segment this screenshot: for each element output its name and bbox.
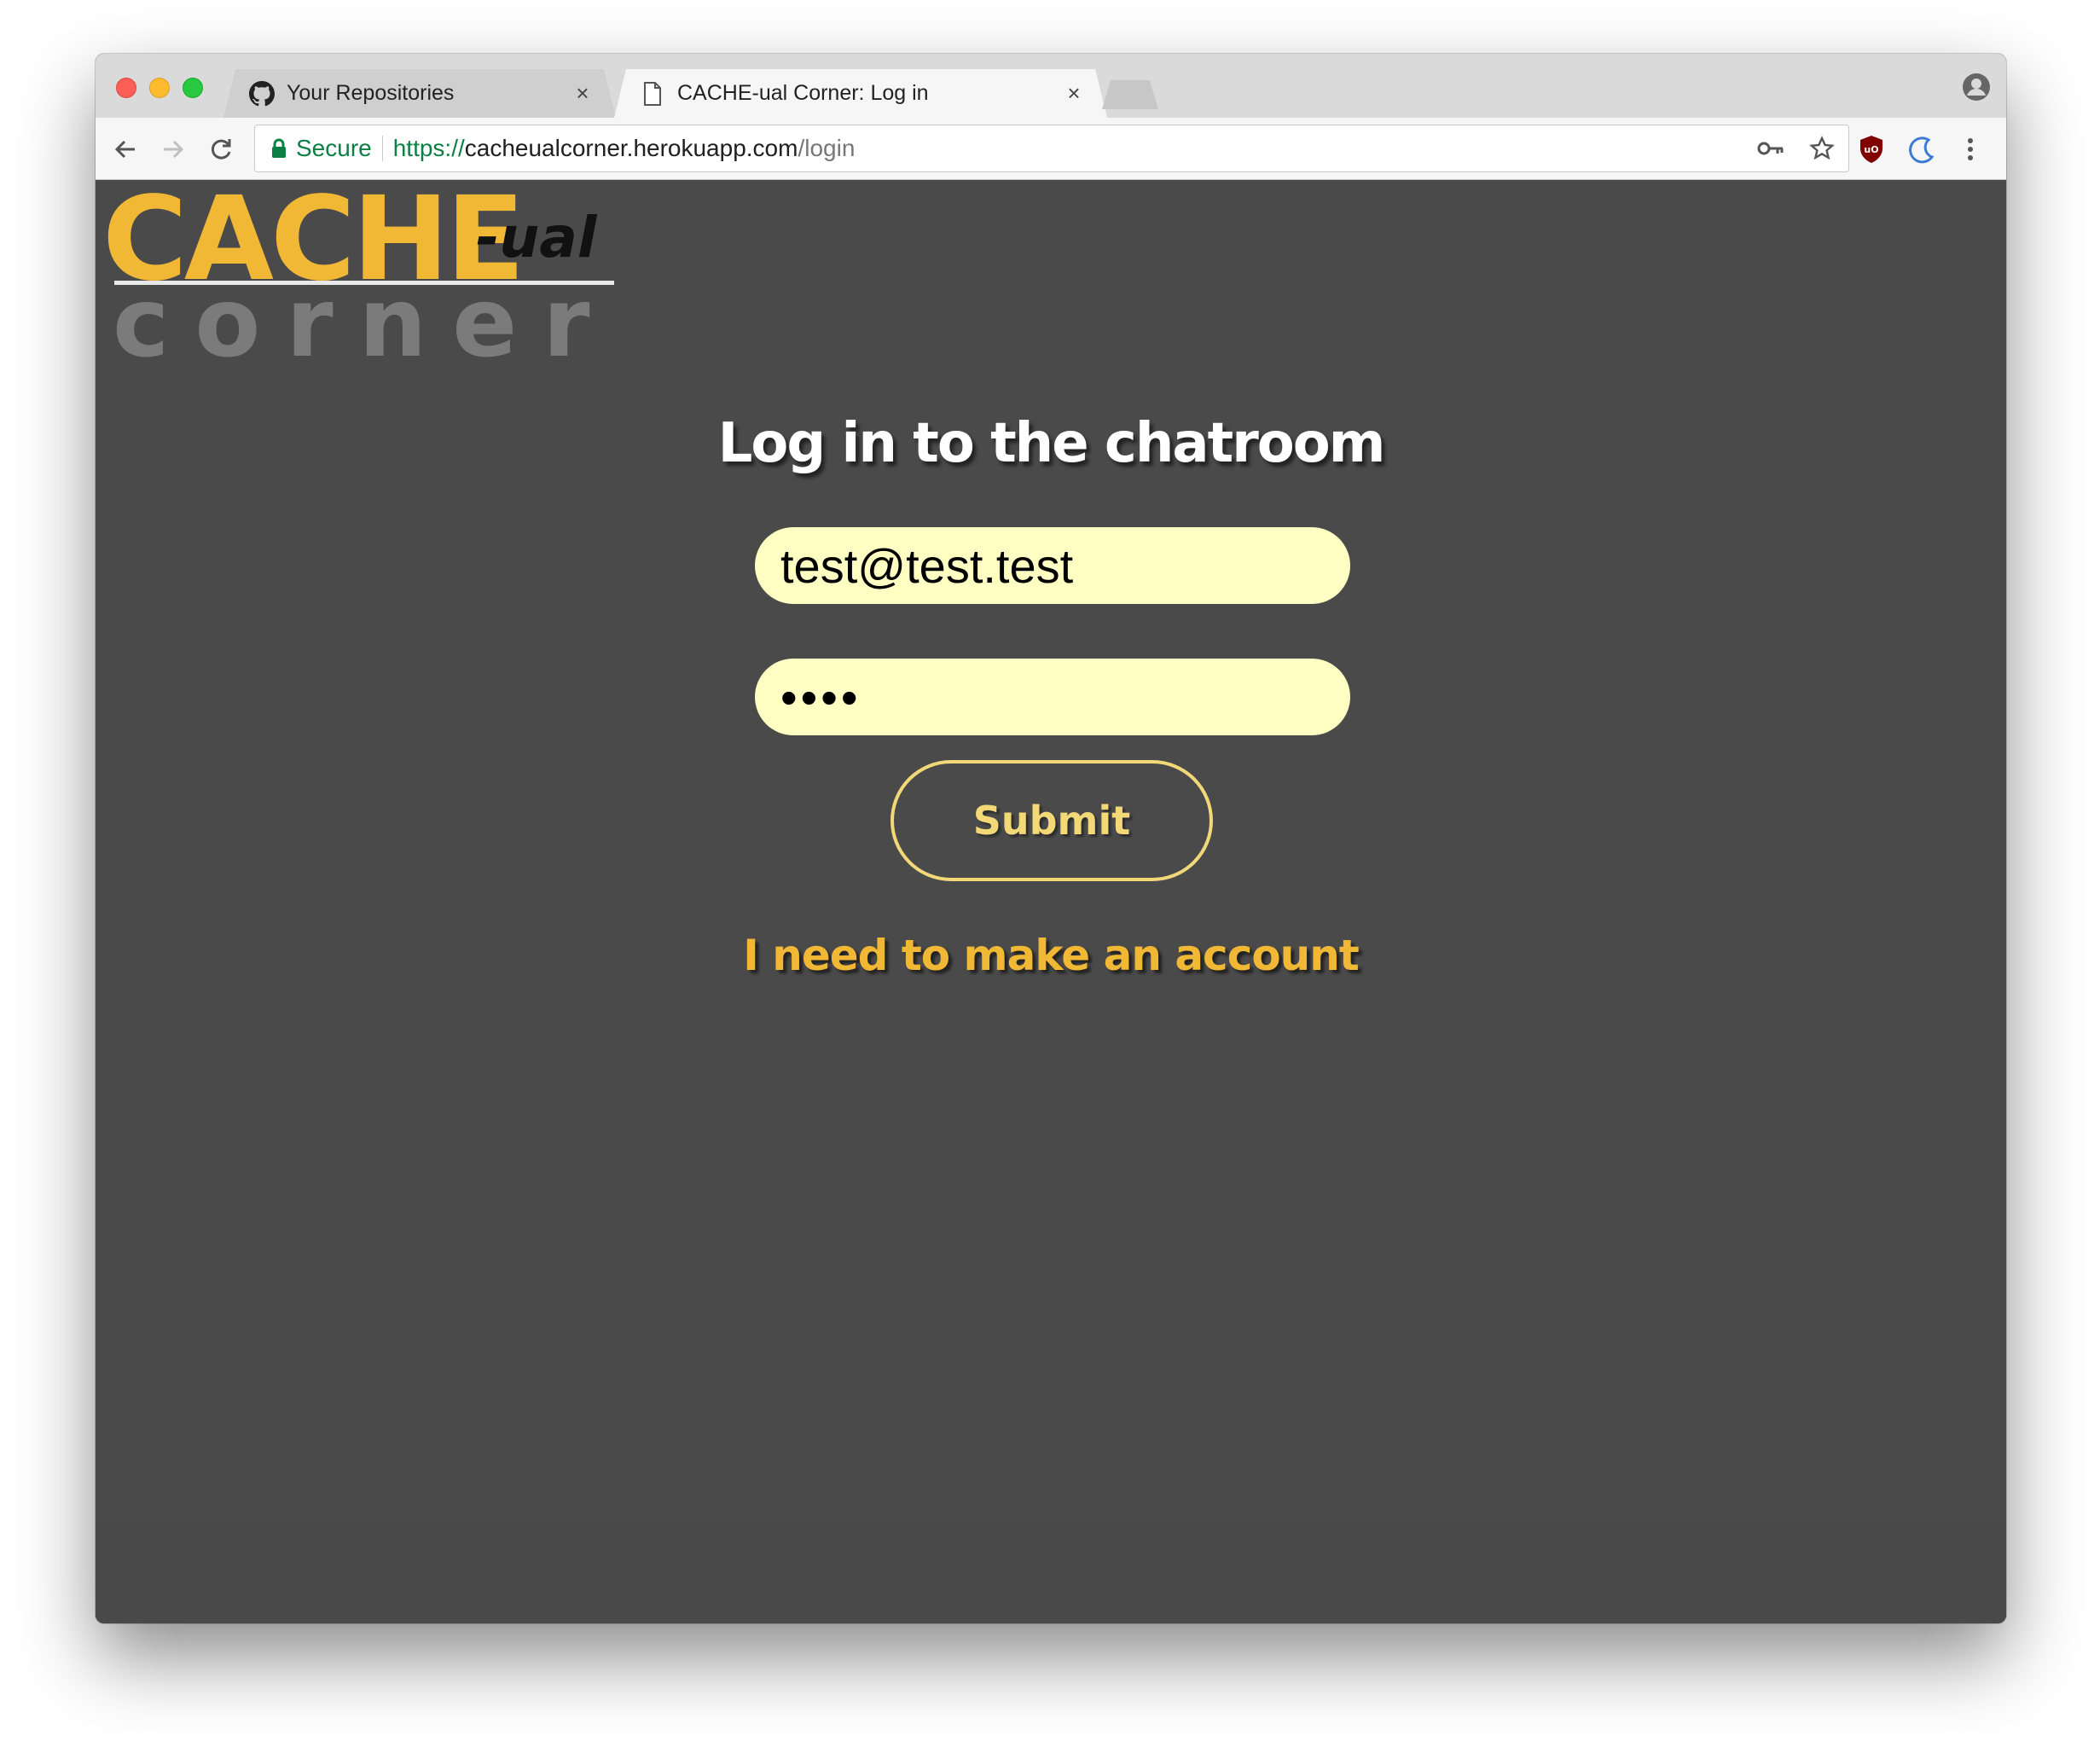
url-host: cacheualcorner.herokuapp.com <box>464 135 798 161</box>
profile-icon[interactable] <box>1962 73 1991 102</box>
browser-toolbar: Secure https:// cacheualcorner.herokuapp… <box>96 118 2006 180</box>
forward-arrow-icon[interactable] <box>159 135 188 164</box>
tab-close-icon[interactable]: × <box>1063 80 1085 107</box>
create-account-link[interactable]: I need to make an account <box>96 931 2006 980</box>
reload-icon[interactable] <box>206 135 235 164</box>
github-icon <box>249 80 275 107</box>
moon-extension-icon[interactable] <box>1906 134 1936 165</box>
new-tab-button[interactable] <box>1102 80 1158 109</box>
svg-text:uO: uO <box>1864 144 1878 155</box>
ublock-icon[interactable]: uO <box>1856 134 1887 165</box>
tab-cacheual-login[interactable]: CACHE-ual Corner: Log in × <box>614 69 1107 118</box>
page-icon <box>640 81 665 107</box>
tab-title: CACHE-ual Corner: Log in <box>677 81 929 105</box>
logo-ual-text: -ual <box>476 205 597 270</box>
url-path: /login <box>798 135 856 161</box>
menu-dots-icon[interactable] <box>1955 134 1986 165</box>
tab-your-repositories[interactable]: Your Repositories × <box>223 69 616 118</box>
site-logo[interactable]: corner CACHE -ual <box>102 172 614 374</box>
logo-cache-text: CACHE <box>102 172 525 307</box>
key-icon[interactable] <box>1756 134 1785 163</box>
star-icon[interactable] <box>1807 134 1836 163</box>
minimize-window-button[interactable] <box>149 78 170 98</box>
page-content: corner CACHE -ual Log in to the chatroom… <box>96 180 2006 1623</box>
page-footer <box>96 1521 2006 1623</box>
close-window-button[interactable] <box>116 78 136 98</box>
tab-title: Your Repositories <box>287 81 455 105</box>
page-title: Log in to the chatroom <box>717 412 1386 475</box>
email-field[interactable] <box>755 527 1350 604</box>
submit-button[interactable]: Submit <box>890 760 1213 881</box>
lock-icon <box>272 138 286 158</box>
tab-close-icon[interactable]: × <box>571 80 594 107</box>
address-bar[interactable]: Secure https:// cacheualcorner.herokuapp… <box>254 125 1849 172</box>
url-scheme: https:// <box>392 135 465 161</box>
browser-window: Your Repositories × CACHE-ual Corner: Lo… <box>96 54 2006 1623</box>
password-field[interactable] <box>755 659 1350 735</box>
title-bar: Your Repositories × CACHE-ual Corner: Lo… <box>96 54 2006 118</box>
zoom-window-button[interactable] <box>183 78 203 98</box>
secure-label: Secure <box>296 135 372 161</box>
back-arrow-icon[interactable] <box>111 135 140 164</box>
